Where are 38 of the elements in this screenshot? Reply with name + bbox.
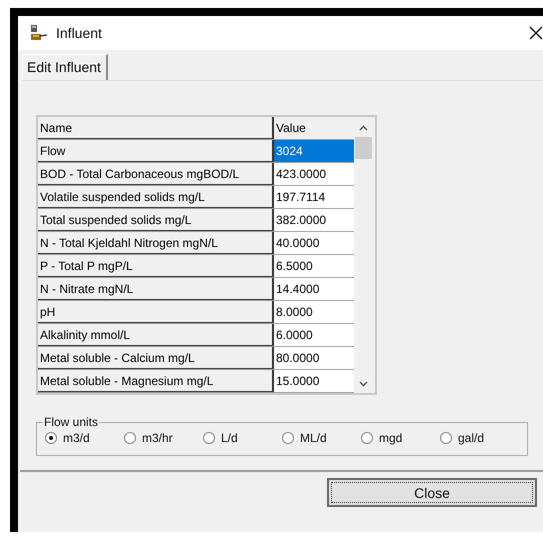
scroll-down-icon[interactable] bbox=[359, 381, 368, 387]
table-cell: Total suspended solids mg/L bbox=[38, 209, 274, 231]
radio-option[interactable]: mgd bbox=[361, 431, 440, 445]
table-cell: Alkalinity mmol/L bbox=[38, 324, 274, 346]
column-header: Name bbox=[38, 117, 274, 139]
table-cell[interactable]: 8.0000 bbox=[274, 301, 354, 323]
scroll-up-icon[interactable] bbox=[359, 125, 368, 131]
window-title: Influent bbox=[56, 25, 102, 41]
close-button[interactable]: Close bbox=[327, 478, 537, 507]
app-icon bbox=[30, 24, 48, 42]
radio-option[interactable]: L/d bbox=[203, 431, 282, 445]
table-cell: N - Total Kjeldahl Nitrogen mgN/L bbox=[38, 232, 274, 254]
table-cell[interactable]: 40.0000 bbox=[274, 232, 354, 254]
radio-option[interactable]: m3/d bbox=[45, 431, 124, 445]
table-cell: Metal soluble - Calcium mg/L bbox=[38, 347, 274, 369]
radio-option[interactable]: gal/d bbox=[440, 431, 519, 445]
table-cell[interactable]: 423.0000 bbox=[274, 163, 354, 185]
table-cell: BOD - Total Carbonaceous mgBOD/L bbox=[38, 163, 274, 185]
table-cell: Flow bbox=[38, 140, 274, 162]
table-cell[interactable]: 197.7114 bbox=[274, 186, 354, 208]
table-cell: P - Total P mgP/L bbox=[38, 255, 274, 277]
table-cell: pH bbox=[38, 301, 274, 323]
group-label: Flow units bbox=[43, 415, 100, 429]
table-cell[interactable]: 382.0000 bbox=[274, 209, 354, 231]
table-cell[interactable]: 6.5000 bbox=[274, 255, 354, 277]
scrollbar-thumb[interactable] bbox=[355, 137, 372, 159]
close-icon[interactable] bbox=[529, 26, 543, 40]
table-cell[interactable]: 3024 bbox=[274, 140, 354, 162]
radio-option[interactable]: m3/hr bbox=[124, 431, 203, 445]
tab[interactable]: Edit Influent bbox=[22, 54, 108, 80]
radio-option[interactable]: ML/d bbox=[282, 431, 361, 445]
table-cell[interactable]: 14.4000 bbox=[274, 278, 354, 300]
table-cell: N - Nitrate mgN/L bbox=[38, 278, 274, 300]
table-cell[interactable]: 15.0000 bbox=[274, 370, 354, 392]
table-cell[interactable]: 6.0000 bbox=[274, 324, 354, 346]
table-cell[interactable]: 80.0000 bbox=[274, 347, 354, 369]
table-cell: Volatile suspended solids mg/L bbox=[38, 186, 274, 208]
table-cell: Metal soluble - Magnesium mg/L bbox=[38, 370, 274, 392]
